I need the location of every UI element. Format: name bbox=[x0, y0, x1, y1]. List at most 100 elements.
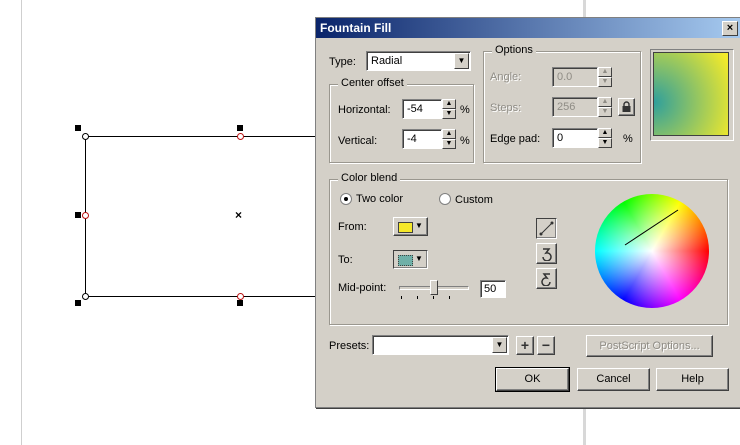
custom-radio[interactable] bbox=[439, 193, 451, 205]
type-select[interactable]: Radial ▼ bbox=[366, 51, 471, 71]
chevron-down-icon[interactable]: ▼ bbox=[492, 337, 507, 353]
steps-input-value: 256 bbox=[557, 101, 576, 113]
decrement-icon[interactable]: ▼ bbox=[442, 139, 456, 149]
decrement-icon[interactable]: ▼ bbox=[598, 77, 612, 87]
selection-handle-bottom-middle[interactable] bbox=[237, 300, 243, 306]
edge-pad-input-value: 0 bbox=[557, 132, 564, 144]
plus-icon: + bbox=[520, 337, 530, 353]
angle-stepper[interactable]: ▲ ▼ bbox=[598, 67, 612, 87]
to-color-swatch bbox=[398, 255, 413, 266]
minus-icon: − bbox=[541, 337, 551, 353]
counterclockwise-icon bbox=[541, 273, 551, 287]
rect-top-edge bbox=[85, 136, 315, 137]
node-bottom-middle[interactable] bbox=[237, 293, 244, 300]
selection-handle-middle-left[interactable] bbox=[75, 212, 81, 218]
help-button[interactable]: Help bbox=[656, 368, 729, 391]
two-color-label[interactable]: Two color bbox=[356, 193, 403, 205]
from-color-picker[interactable]: ▼ bbox=[393, 217, 428, 236]
page-border-left bbox=[21, 0, 22, 445]
increment-icon[interactable]: ▲ bbox=[598, 97, 612, 107]
fountain-fill-dialog: Fountain Fill × Type: Radial ▼ Center of… bbox=[315, 17, 740, 408]
horizontal-stepper[interactable]: ▲ ▼ bbox=[442, 99, 456, 119]
type-select-value: Radial bbox=[371, 55, 403, 67]
edge-pad-stepper[interactable]: ▲ ▼ bbox=[598, 128, 612, 148]
horizontal-input-value: -54 bbox=[407, 103, 423, 115]
selection-handle-top-left[interactable] bbox=[75, 125, 81, 131]
custom-label[interactable]: Custom bbox=[455, 194, 493, 206]
vertical-input[interactable]: -4 bbox=[402, 129, 442, 149]
two-color-radio[interactable] bbox=[340, 193, 352, 205]
increment-icon[interactable]: ▲ bbox=[598, 67, 612, 77]
clockwise-blend-button[interactable] bbox=[536, 243, 557, 264]
angle-label: Angle: bbox=[490, 71, 522, 83]
selection-handle-bottom-left[interactable] bbox=[75, 300, 81, 306]
options-group-title: Options bbox=[492, 44, 536, 56]
fill-preview-swatch bbox=[653, 52, 729, 136]
clockwise-icon bbox=[542, 248, 552, 262]
to-color-picker[interactable]: ▼ bbox=[393, 250, 428, 269]
decrement-icon[interactable]: ▼ bbox=[598, 107, 612, 117]
page-border-right bbox=[583, 0, 586, 17]
midpoint-input-value: 50 bbox=[484, 283, 497, 295]
angle-input-value: 0.0 bbox=[557, 71, 573, 83]
increment-icon[interactable]: ▲ bbox=[442, 129, 456, 139]
dialog-title: Fountain Fill bbox=[320, 21, 392, 35]
cancel-button[interactable]: Cancel bbox=[577, 368, 650, 391]
title-bar[interactable]: Fountain Fill × bbox=[316, 18, 740, 38]
midpoint-slider[interactable] bbox=[399, 280, 469, 302]
postscript-options-button[interactable]: PostScript Options... bbox=[586, 335, 713, 357]
steps-input[interactable]: 256 bbox=[552, 97, 598, 117]
color-wheel[interactable] bbox=[595, 194, 709, 308]
type-label: Type: bbox=[329, 56, 356, 68]
decrement-icon[interactable]: ▼ bbox=[598, 138, 612, 148]
line-direction-icon bbox=[539, 221, 554, 236]
lock-icon bbox=[622, 101, 631, 112]
from-label: From: bbox=[338, 221, 367, 233]
slider-ticks bbox=[401, 296, 465, 299]
presets-combo[interactable]: ▼ bbox=[372, 335, 509, 355]
node-top-middle[interactable] bbox=[237, 133, 244, 140]
center-cross-icon[interactable]: × bbox=[235, 208, 242, 222]
horizontal-input[interactable]: -54 bbox=[402, 99, 442, 119]
increment-icon[interactable]: ▲ bbox=[598, 128, 612, 138]
increment-icon[interactable]: ▲ bbox=[442, 99, 456, 109]
node-middle-left[interactable] bbox=[82, 212, 89, 219]
fill-preview[interactable] bbox=[650, 49, 734, 141]
decrement-icon[interactable]: ▼ bbox=[442, 109, 456, 119]
corner-node-bottom-left[interactable] bbox=[82, 293, 89, 300]
horizontal-label: Horizontal: bbox=[338, 104, 391, 116]
selection-handle-top-middle[interactable] bbox=[237, 125, 243, 131]
direct-blend-button[interactable] bbox=[536, 218, 557, 239]
vertical-input-value: -4 bbox=[407, 133, 417, 145]
edge-pad-label: Edge pad: bbox=[490, 133, 541, 145]
vertical-label: Vertical: bbox=[338, 135, 378, 147]
vertical-unit: % bbox=[460, 135, 470, 147]
lock-steps-button[interactable] bbox=[618, 98, 635, 116]
midpoint-input[interactable]: 50 bbox=[480, 280, 506, 298]
edge-pad-unit: % bbox=[623, 133, 633, 145]
chevron-down-icon[interactable]: ▼ bbox=[454, 53, 469, 69]
add-preset-button[interactable]: + bbox=[516, 336, 534, 355]
steps-stepper[interactable]: ▲ ▼ bbox=[598, 97, 612, 117]
edge-pad-input[interactable]: 0 bbox=[552, 128, 598, 148]
presets-label: Presets: bbox=[329, 340, 370, 352]
remove-preset-button[interactable]: − bbox=[537, 336, 555, 355]
close-button[interactable]: × bbox=[722, 21, 738, 36]
midpoint-slider-thumb[interactable] bbox=[430, 280, 438, 295]
horizontal-unit: % bbox=[460, 104, 470, 116]
from-color-swatch bbox=[398, 222, 413, 233]
angle-input[interactable]: 0.0 bbox=[552, 67, 598, 87]
page-border-right-lower bbox=[583, 407, 586, 445]
vertical-stepper[interactable]: ▲ ▼ bbox=[442, 129, 456, 149]
counterclockwise-blend-button[interactable] bbox=[536, 268, 557, 289]
color-blend-group-title: Color blend bbox=[338, 172, 401, 184]
chevron-down-icon: ▼ bbox=[415, 254, 423, 263]
corner-node-top-left[interactable] bbox=[82, 133, 89, 140]
center-offset-group: Center offset bbox=[329, 77, 474, 163]
blend-direction-line bbox=[624, 209, 679, 246]
rect-bottom-edge bbox=[85, 296, 315, 297]
chevron-down-icon: ▼ bbox=[415, 221, 423, 230]
center-offset-group-title: Center offset bbox=[338, 77, 407, 89]
steps-label: Steps: bbox=[490, 102, 522, 114]
ok-button[interactable]: OK bbox=[495, 367, 570, 392]
